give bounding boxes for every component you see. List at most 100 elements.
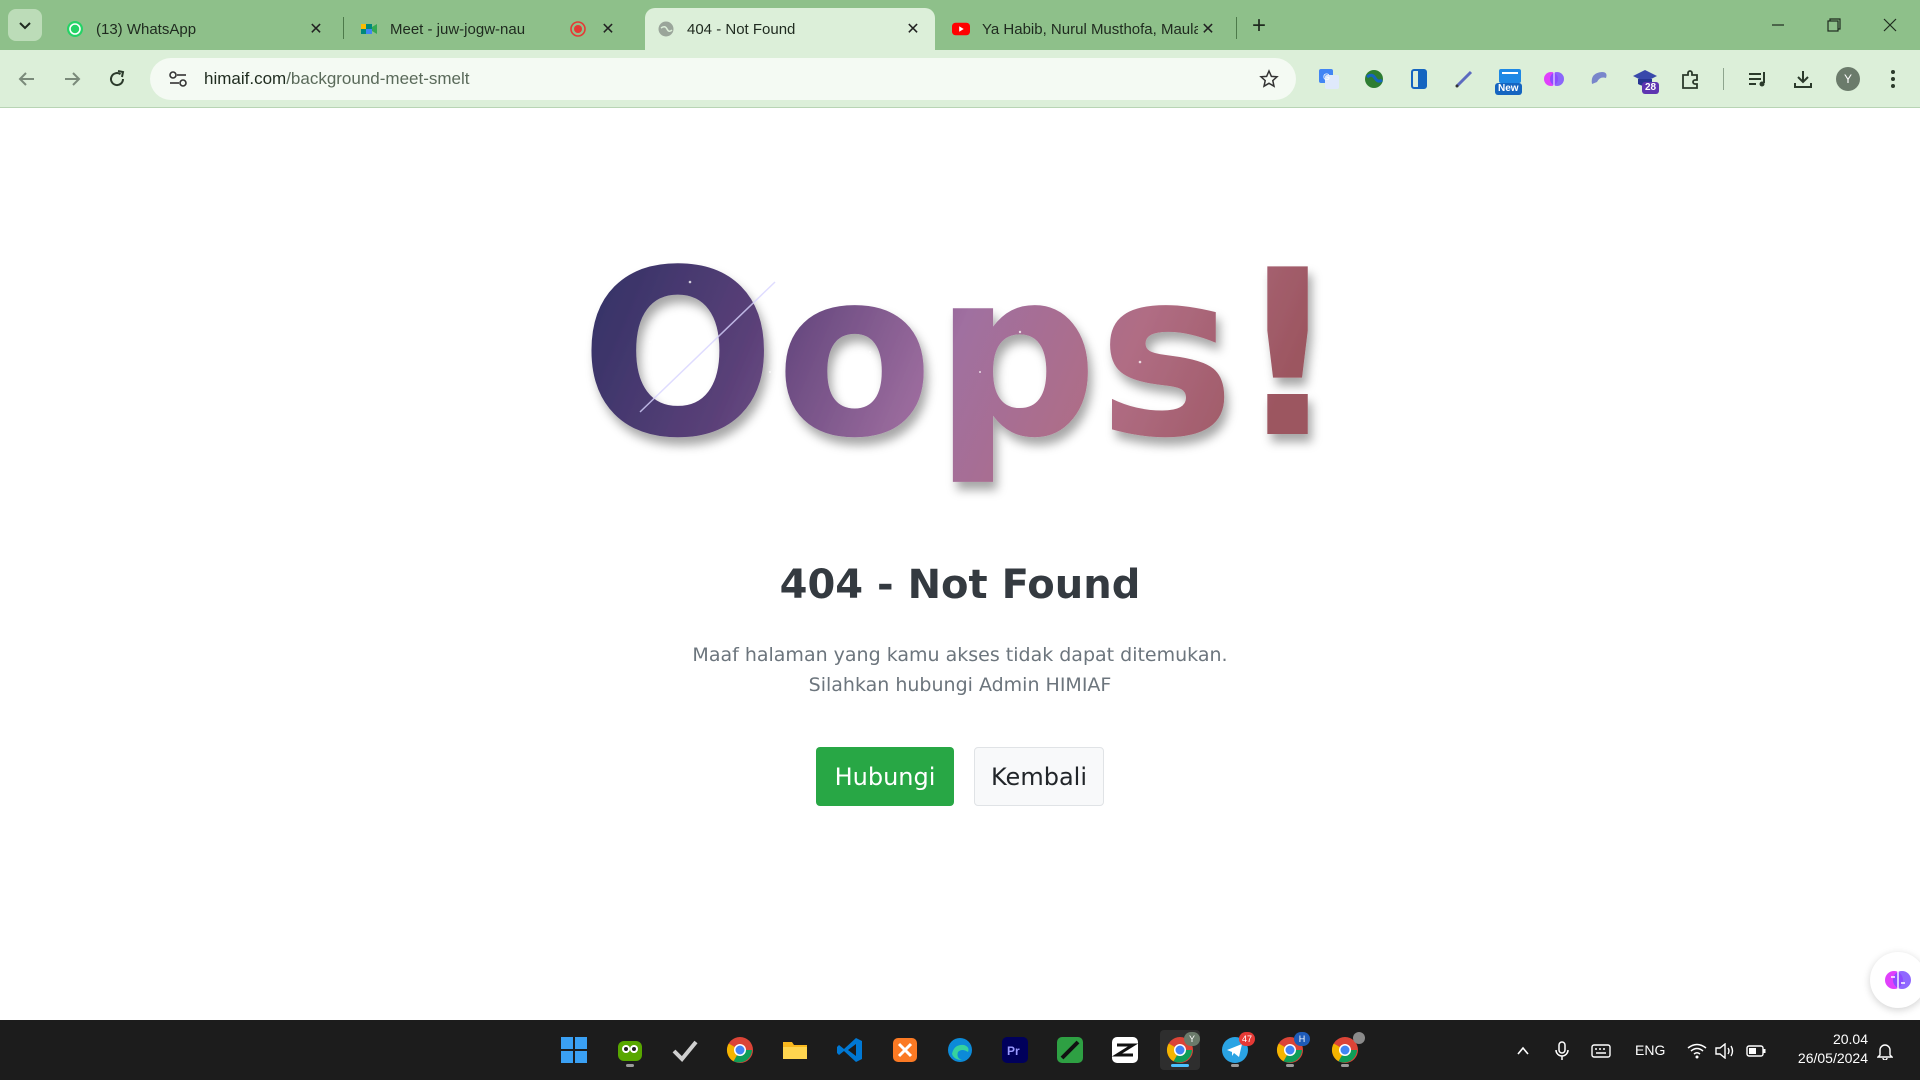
- tab-whatsapp[interactable]: (13) WhatsApp ✕: [54, 8, 338, 50]
- floating-assistant-button[interactable]: [1870, 952, 1920, 1008]
- notepad-app[interactable]: [1050, 1030, 1090, 1070]
- error-message: Maaf halaman yang kamu akses tidak dapat…: [0, 640, 1920, 700]
- oops-text: Oops!: [580, 222, 1340, 489]
- reload-button[interactable]: [100, 62, 134, 96]
- duolingo-app[interactable]: [610, 1030, 650, 1070]
- restore-button[interactable]: [1814, 10, 1854, 40]
- notifications-button[interactable]: [1874, 1040, 1896, 1062]
- globe-extension[interactable]: [1359, 64, 1389, 94]
- tasks-app[interactable]: [665, 1030, 705, 1070]
- file-explorer-app[interactable]: [775, 1030, 815, 1070]
- show-hidden-icons-button[interactable]: [1512, 1040, 1534, 1062]
- bookmark-star-icon[interactable]: [1256, 66, 1282, 92]
- site-info-icon[interactable]: [158, 64, 198, 94]
- browser-toolbar: himaif.com/background-meet-smelt G New 2…: [0, 50, 1920, 108]
- error-message-line-1: Maaf halaman yang kamu akses tidak dapat…: [692, 644, 1228, 666]
- vscode-app[interactable]: [830, 1030, 870, 1070]
- edge-icon: [948, 1038, 972, 1062]
- close-icon[interactable]: ✕: [598, 19, 618, 39]
- brain-extension[interactable]: [1539, 64, 1569, 94]
- contact-button[interactable]: Hubungi: [816, 747, 954, 806]
- graduation-extension[interactable]: 28: [1628, 64, 1662, 94]
- battery-button[interactable]: [1745, 1040, 1767, 1062]
- plus-icon: +: [1251, 12, 1266, 39]
- earth-icon: [1365, 70, 1383, 88]
- profile-avatar[interactable]: Y: [1836, 67, 1860, 91]
- profile-badge: [1353, 1032, 1365, 1044]
- back-home-button[interactable]: Kembali: [974, 747, 1104, 806]
- tab-strip: (13) WhatsApp ✕ Meet - juw-jogw-nau ✕ 40…: [0, 0, 1920, 50]
- tab-404-not-found[interactable]: 404 - Not Found ✕: [645, 8, 935, 50]
- whatsapp-icon: [66, 20, 84, 38]
- wifi-button[interactable]: [1686, 1040, 1708, 1062]
- tab-search-button[interactable]: [8, 9, 42, 41]
- language-indicator[interactable]: ENG: [1635, 1042, 1665, 1058]
- chrome-app[interactable]: [720, 1030, 760, 1070]
- microphone-icon: [1555, 1041, 1569, 1060]
- close-icon[interactable]: ✕: [306, 19, 326, 39]
- extensions-button[interactable]: [1676, 64, 1706, 94]
- pen-icon: [1057, 1037, 1083, 1063]
- url-host: himaif.com: [204, 69, 287, 88]
- system-clock[interactable]: 20.04 26/05/2024: [1780, 1030, 1868, 1068]
- new-extension[interactable]: New: [1493, 64, 1527, 95]
- windows-taskbar: Pr Y 47 H: [0, 1020, 1920, 1080]
- oops-hero-image: Oops!: [540, 222, 1380, 522]
- windows-icon: [561, 1037, 587, 1063]
- keyboard-button[interactable]: [1590, 1040, 1612, 1062]
- tab-title: (13) WhatsApp: [96, 20, 197, 38]
- chrome-profile-other-app[interactable]: [1325, 1030, 1365, 1070]
- toolbar-separator: [1723, 68, 1724, 90]
- chrome-icon: [726, 1037, 753, 1063]
- document-icon: [1411, 69, 1427, 89]
- close-icon[interactable]: ✕: [1198, 19, 1218, 39]
- chevron-up-icon: [1517, 1046, 1529, 1055]
- battery-icon: [1746, 1045, 1766, 1057]
- media-controls-button[interactable]: [1743, 64, 1773, 94]
- svg-text:G: G: [1323, 72, 1330, 82]
- chrome-profile-y-app[interactable]: Y: [1160, 1030, 1200, 1070]
- downloads-button[interactable]: [1788, 64, 1818, 94]
- tab-separator: [1236, 17, 1237, 39]
- tab-title: Meet - juw-jogw-nau: [390, 20, 526, 38]
- browser-menu-button[interactable]: [1878, 64, 1908, 94]
- forward-button[interactable]: [55, 62, 89, 96]
- new-tab-button[interactable]: +: [1245, 12, 1273, 40]
- reload-icon: [110, 70, 125, 87]
- checkmark-icon: [672, 1040, 698, 1062]
- globe-icon: [657, 20, 675, 38]
- xampp-app[interactable]: [885, 1030, 925, 1070]
- brain-icon: [1544, 72, 1564, 86]
- windows-start[interactable]: [554, 1030, 594, 1070]
- chrome-profile-h-app[interactable]: H: [1270, 1030, 1310, 1070]
- pen-extension[interactable]: [1449, 64, 1479, 94]
- running-indicator: [1231, 1064, 1239, 1067]
- recording-icon: [568, 19, 588, 39]
- back-button[interactable]: [10, 62, 44, 96]
- edge-app[interactable]: [940, 1030, 980, 1070]
- swirl-icon: [1591, 72, 1607, 84]
- telegram-app[interactable]: 47: [1215, 1030, 1255, 1070]
- tab-youtube[interactable]: Ya Habib, Nurul Musthofa, Maulana ✕: [940, 8, 1230, 50]
- tab-meet[interactable]: Meet - juw-jogw-nau ✕: [348, 8, 630, 50]
- keyboard-icon: [1591, 1044, 1611, 1058]
- tab-title: Ya Habib, Nurul Musthofa, Maulana: [982, 20, 1198, 38]
- minimize-button[interactable]: [1758, 10, 1798, 40]
- capcut-app[interactable]: [1105, 1030, 1145, 1070]
- restore-icon: [1827, 18, 1841, 32]
- volume-button[interactable]: [1714, 1040, 1736, 1062]
- count-badge: 28: [1642, 82, 1660, 94]
- google-translate-extension[interactable]: G: [1314, 64, 1344, 94]
- swirl-extension[interactable]: [1584, 64, 1614, 94]
- address-bar[interactable]: himaif.com/background-meet-smelt: [150, 58, 1296, 100]
- kebab-menu-icon: [1891, 70, 1895, 88]
- clipboard-extension[interactable]: [1404, 64, 1434, 94]
- running-indicator: [626, 1064, 634, 1067]
- capcut-icon: [1111, 1037, 1139, 1063]
- close-window-button[interactable]: [1870, 10, 1910, 40]
- microphone-button[interactable]: [1551, 1040, 1573, 1062]
- bell-icon: [1877, 1044, 1893, 1060]
- close-icon[interactable]: ✕: [903, 19, 923, 39]
- arrow-left-icon: [18, 72, 34, 86]
- premiere-app[interactable]: Pr: [995, 1030, 1035, 1070]
